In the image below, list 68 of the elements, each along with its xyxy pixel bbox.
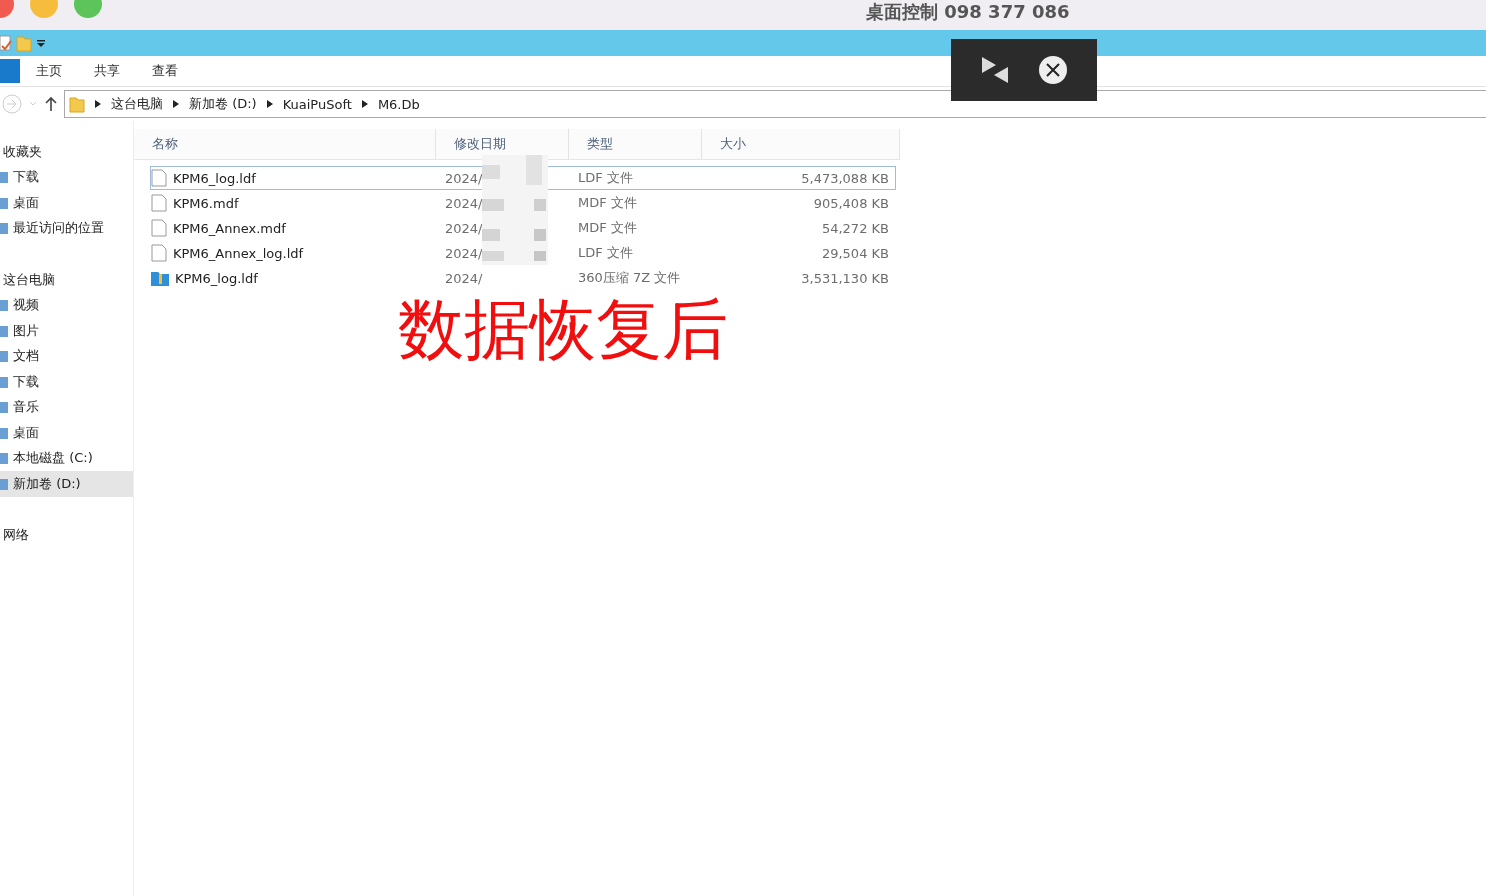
- date-cell-text: 2024/: [444, 220, 484, 236]
- file-row[interactable]: KPM6_Annex.mdf 2024/ MDF 文件 54,272 KB: [150, 216, 896, 240]
- ribbon-tab[interactable]: 主页: [20, 58, 78, 84]
- sidebar-item[interactable]: 文档: [0, 343, 133, 369]
- sidebar-item[interactable]: 下载: [0, 164, 133, 190]
- sidebar-item[interactable]: 桌面: [0, 190, 133, 216]
- file-row[interactable]: KPM6_log.ldf 2024/ 360压缩 7Z 文件 3,531,130 KB: [150, 266, 896, 290]
- file-name: KPM6_Annex.mdf: [151, 219, 437, 237]
- size-cell-text: 905,408 KB: [812, 195, 890, 211]
- collapse-icon[interactable]: [980, 55, 1010, 85]
- ribbon-tab[interactable]: 查看: [136, 58, 194, 84]
- file-row[interactable]: KPM6_log.ldf 2024/ LDF 文件 5,473,088 KB: [150, 166, 896, 190]
- dropdown-icon[interactable]: [36, 38, 46, 48]
- sidebar-item[interactable]: 下载: [0, 369, 133, 395]
- caption: 数据恢复后: [397, 293, 729, 367]
- breadcrumb-item[interactable]: 这台电脑: [111, 95, 163, 113]
- forward-icon[interactable]: [2, 94, 22, 114]
- type-cell-text: 360压缩 7Z 文件: [577, 269, 682, 287]
- chevron-icon: [266, 100, 273, 108]
- type-cell-text: LDF 文件: [577, 244, 634, 262]
- file-icon: [151, 194, 167, 212]
- breadcrumb-item[interactable]: KuaiPuSoft: [282, 96, 352, 112]
- size-cell-text: 3,531,130 KB: [800, 270, 890, 286]
- sidebar-item[interactable]: 新加卷 (D:): [0, 471, 133, 497]
- close-icon[interactable]: [1038, 55, 1068, 85]
- archive-icon: [151, 270, 169, 286]
- sidebar-item[interactable]: 图片: [0, 318, 133, 344]
- screen-title: 桌面控制 098 377 086: [866, 2, 1070, 22]
- type-cell-text: MDF 文件: [577, 194, 638, 212]
- chevron-icon: [173, 100, 179, 108]
- chevron-icon: [361, 100, 368, 108]
- breadcrumb-item[interactable]: M6.Db: [377, 96, 420, 112]
- column-header[interactable]: 类型: [569, 129, 702, 159]
- date-cell-text: 2024/: [444, 170, 484, 186]
- sidebar-item[interactable]: 这台电脑: [0, 267, 133, 293]
- file-row[interactable]: KPM6_Annex_log.ldf 2024/ LDF 文件 29,504 KB: [150, 241, 896, 265]
- size-cell-text: 29,504 KB: [820, 245, 890, 261]
- sidebar-item[interactable]: 最近访问的位置: [0, 215, 133, 241]
- date-cell-text: 2024/: [444, 245, 484, 261]
- sidebar-item[interactable]: 收藏夹: [0, 139, 133, 165]
- date-cell-text: 2024/: [444, 195, 484, 211]
- sidebar-item[interactable]: 桌面: [0, 420, 133, 446]
- up-arrow-icon[interactable]: [44, 96, 58, 112]
- sidebar-item[interactable]: 视频: [0, 292, 133, 318]
- breadcrumb-item[interactable]: 新加卷 (D:): [189, 95, 257, 113]
- date-cell-text: 2024/: [444, 270, 484, 286]
- file-name: KPM6_Annex_log.ldf: [151, 244, 437, 262]
- address-bar[interactable]: 这台电脑 新加卷 (D:) KuaiPuSoft M6.Db: [64, 90, 1486, 118]
- sidebar-item[interactable]: 本地磁盘 (C:): [0, 445, 133, 471]
- file-icon: [151, 244, 167, 262]
- column-header[interactable]: 名称: [134, 129, 436, 159]
- file-row[interactable]: KPM6.mdf 2024/ MDF 文件 905,408 KB: [150, 191, 896, 215]
- caret-icon[interactable]: [28, 100, 38, 108]
- file-name: KPM6.mdf: [151, 194, 437, 212]
- column-header[interactable]: 大小: [702, 129, 900, 159]
- size-cell-text: 5,473,088 KB: [800, 170, 890, 186]
- file-icon: [151, 219, 167, 237]
- type-cell-text: LDF 文件: [577, 169, 634, 187]
- size-cell-text: 54,272 KB: [820, 220, 890, 236]
- ribbon-tab[interactable]: 共享: [78, 58, 136, 84]
- sidebar-item[interactable]: 网络: [0, 522, 133, 548]
- file-icon: [151, 169, 167, 187]
- properties-icon[interactable]: [0, 34, 12, 52]
- type-cell-text: MDF 文件: [577, 219, 638, 237]
- file-name: KPM6_log.ldf: [151, 169, 437, 187]
- sidebar-item[interactable]: 音乐: [0, 394, 133, 420]
- chevron-icon: [95, 100, 101, 108]
- file-name: KPM6_log.ldf: [151, 270, 437, 286]
